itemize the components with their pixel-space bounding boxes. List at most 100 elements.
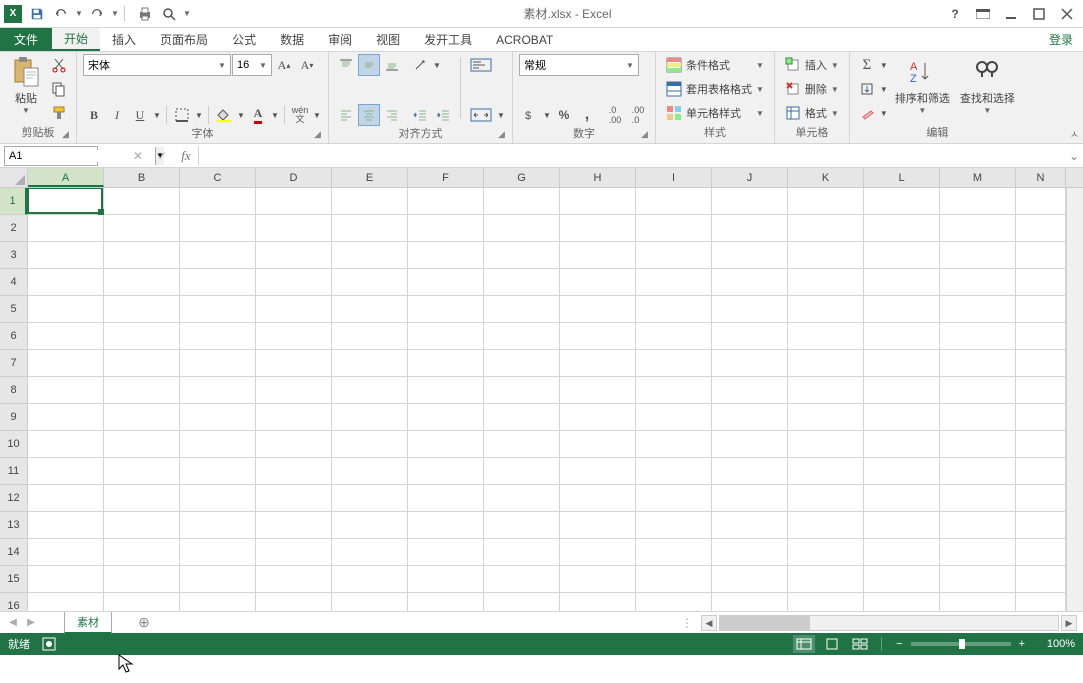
percent-icon[interactable]: % xyxy=(553,104,575,126)
cell[interactable] xyxy=(788,296,864,323)
clipboard-launcher-icon[interactable]: ◢ xyxy=(62,129,74,141)
macro-record-icon[interactable] xyxy=(42,637,56,651)
cell[interactable] xyxy=(864,539,940,566)
cell[interactable] xyxy=(636,296,712,323)
cell[interactable] xyxy=(560,539,636,566)
cell[interactable] xyxy=(864,269,940,296)
undo-dropdown-icon[interactable]: ▼ xyxy=(74,3,84,25)
cell[interactable] xyxy=(28,323,104,350)
column-header[interactable]: I xyxy=(636,168,712,187)
cell[interactable] xyxy=(484,269,560,296)
cell[interactable] xyxy=(408,566,484,593)
cell[interactable] xyxy=(1016,188,1066,215)
cell[interactable] xyxy=(332,242,408,269)
cell[interactable] xyxy=(712,566,788,593)
cell[interactable] xyxy=(1016,539,1066,566)
cell[interactable] xyxy=(1016,269,1066,296)
cell[interactable] xyxy=(636,323,712,350)
cell[interactable] xyxy=(484,539,560,566)
cell[interactable] xyxy=(636,215,712,242)
conditional-format-button[interactable]: 条件格式▼ xyxy=(662,54,768,76)
cell[interactable] xyxy=(28,539,104,566)
cell[interactable] xyxy=(256,323,332,350)
increase-decimal-icon[interactable]: .0.00 xyxy=(604,104,626,126)
cell[interactable] xyxy=(408,296,484,323)
cell[interactable] xyxy=(560,269,636,296)
cell[interactable] xyxy=(636,188,712,215)
row-header[interactable]: 15 xyxy=(0,566,27,593)
fill-icon[interactable] xyxy=(856,78,878,100)
cell[interactable] xyxy=(636,404,712,431)
undo-icon[interactable] xyxy=(50,3,72,25)
font-size-combo[interactable]: 16▼ xyxy=(232,54,272,76)
cell[interactable] xyxy=(256,188,332,215)
select-all-button[interactable] xyxy=(0,168,28,187)
row-header[interactable]: 16 xyxy=(0,593,27,611)
cell[interactable] xyxy=(864,296,940,323)
enter-formula-icon[interactable]: ✓ xyxy=(150,146,174,166)
table-format-button[interactable]: 套用表格格式▼ xyxy=(662,78,768,100)
border-icon[interactable] xyxy=(171,104,193,126)
cell[interactable] xyxy=(940,296,1016,323)
cell[interactable] xyxy=(560,566,636,593)
row-header[interactable]: 4 xyxy=(0,269,27,296)
cell[interactable] xyxy=(712,296,788,323)
cell[interactable] xyxy=(28,485,104,512)
cell[interactable] xyxy=(332,188,408,215)
cell[interactable] xyxy=(484,512,560,539)
tab-developer[interactable]: 发开工具 xyxy=(412,28,484,51)
delete-cells-button[interactable]: 删除▼ xyxy=(781,78,843,100)
cell[interactable] xyxy=(560,431,636,458)
bold-icon[interactable]: B xyxy=(83,104,105,126)
cell[interactable] xyxy=(636,566,712,593)
cell[interactable] xyxy=(256,593,332,611)
merge-center-icon[interactable] xyxy=(467,104,495,126)
align-top-icon[interactable] xyxy=(335,54,357,76)
minimize-icon[interactable] xyxy=(999,4,1023,24)
tab-home[interactable]: 开始 xyxy=(52,28,100,51)
font-launcher-icon[interactable]: ◢ xyxy=(314,129,326,141)
cell[interactable] xyxy=(332,377,408,404)
cell[interactable] xyxy=(28,377,104,404)
orientation-icon[interactable] xyxy=(409,54,431,76)
insert-cells-button[interactable]: 插入▼ xyxy=(781,54,843,76)
row-header[interactable]: 14 xyxy=(0,539,27,566)
cell[interactable] xyxy=(408,512,484,539)
qat-customize-icon[interactable]: ▼ xyxy=(182,3,192,25)
cell[interactable] xyxy=(788,215,864,242)
column-header[interactable]: B xyxy=(104,168,180,187)
redo-icon[interactable] xyxy=(86,3,108,25)
cell[interactable] xyxy=(104,485,180,512)
excel-icon[interactable]: X xyxy=(2,3,24,25)
border-dropdown-icon[interactable]: ▼ xyxy=(194,104,204,126)
cell[interactable] xyxy=(788,242,864,269)
format-cells-button[interactable]: 格式▼ xyxy=(781,102,843,124)
wrap-text-icon[interactable] xyxy=(467,54,495,76)
cell[interactable] xyxy=(560,377,636,404)
column-header[interactable]: N xyxy=(1016,168,1066,187)
cell[interactable] xyxy=(104,566,180,593)
cell[interactable] xyxy=(712,404,788,431)
cell[interactable] xyxy=(788,377,864,404)
cell[interactable] xyxy=(560,593,636,611)
cell[interactable] xyxy=(940,269,1016,296)
cell[interactable] xyxy=(560,188,636,215)
formula-input[interactable] xyxy=(198,146,1061,166)
column-header[interactable]: L xyxy=(864,168,940,187)
cell[interactable] xyxy=(712,323,788,350)
cell[interactable] xyxy=(104,377,180,404)
clear-icon[interactable] xyxy=(856,102,878,124)
cell[interactable] xyxy=(180,485,256,512)
cell[interactable] xyxy=(484,188,560,215)
cell[interactable] xyxy=(256,512,332,539)
cell[interactable] xyxy=(408,539,484,566)
cell[interactable] xyxy=(104,188,180,215)
cell[interactable] xyxy=(484,323,560,350)
cell[interactable] xyxy=(104,458,180,485)
cell[interactable] xyxy=(104,269,180,296)
cell[interactable] xyxy=(332,215,408,242)
cell[interactable] xyxy=(484,593,560,611)
cell[interactable] xyxy=(104,350,180,377)
column-header[interactable]: K xyxy=(788,168,864,187)
column-header[interactable]: C xyxy=(180,168,256,187)
